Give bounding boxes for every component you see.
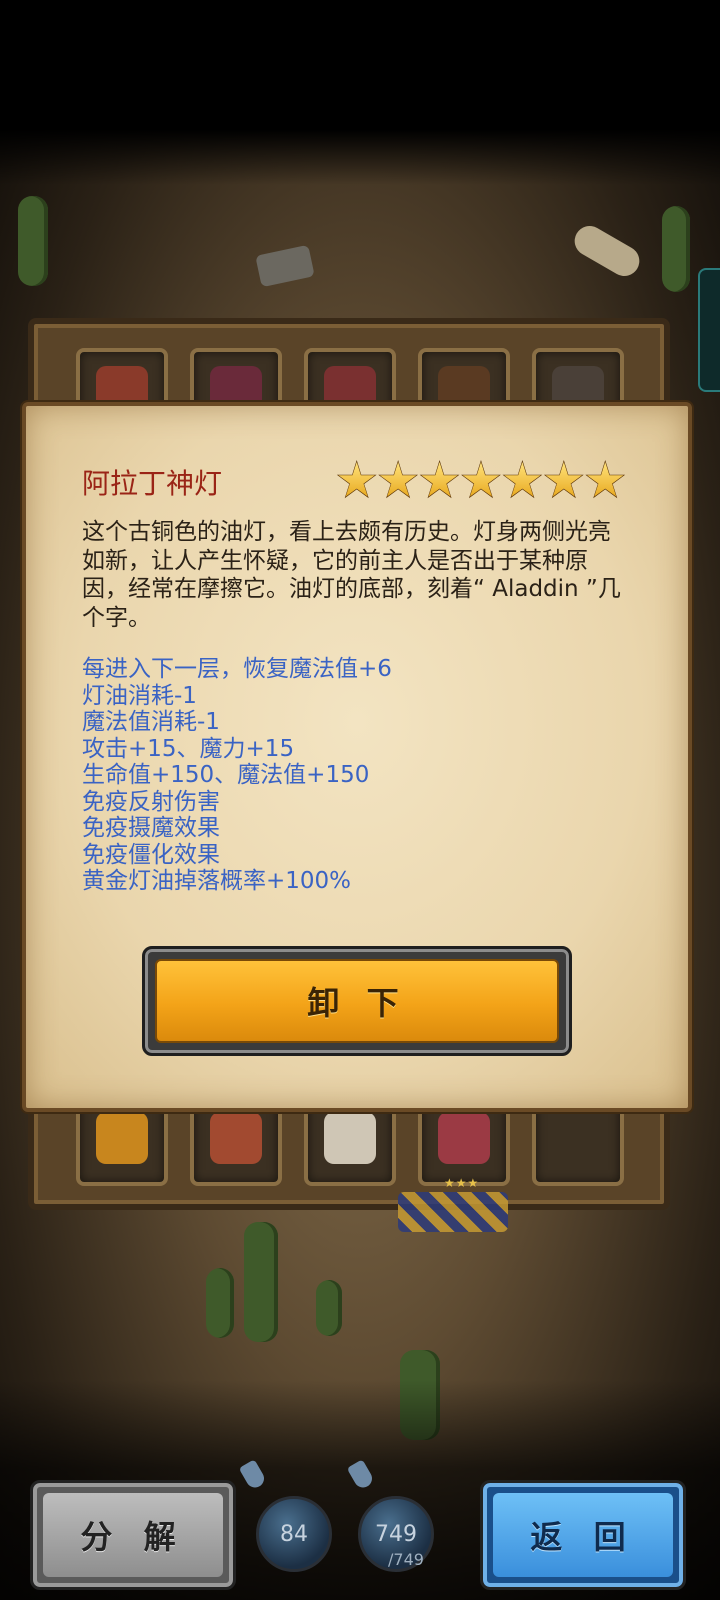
effect-line: 攻击+15、魔力+15: [82, 735, 295, 762]
item-effects-list: 每进入下一层，恢复魔法值+6 灯油消耗-1 魔法值消耗-1 攻击+15、魔力+1…: [82, 656, 642, 895]
effect-line: 免疫反射伤害: [82, 788, 220, 815]
slot-stars: ★★★: [444, 1176, 480, 1190]
effect-line: 每进入下一层，恢复魔法值+6: [82, 656, 392, 682]
mana-max: /749: [388, 1550, 424, 1569]
cactus-decoration: [18, 196, 48, 286]
effect-line: 免疫僵化效果: [82, 841, 220, 868]
effect-line: 黄金灯油掉落概率+100%: [82, 868, 352, 894]
star-icon: [461, 460, 501, 499]
oil-orb: 84: [256, 1496, 332, 1572]
star-icon: [419, 460, 460, 499]
item-detail-panel: 阿拉丁神灯 这个古铜色的油灯，看上去颇有历史。灯身两侧光亮如新，让人产生怀疑，它…: [22, 402, 692, 1112]
unequip-button[interactable]: 卸 下: [142, 946, 572, 1056]
star-icon: [502, 460, 543, 499]
star-rating: [336, 460, 626, 506]
cactus-decoration: [244, 1222, 278, 1342]
cloth-decoration: [398, 1192, 508, 1232]
side-tab[interactable]: [698, 268, 720, 392]
star-icon: [543, 460, 584, 499]
cactus-decoration: [662, 206, 690, 292]
effect-line: 生命值+150、魔法值+150: [82, 762, 370, 788]
effect-line: 灯油消耗-1: [82, 682, 197, 709]
decompose-label: 分 解: [80, 1518, 186, 1556]
star-icon: [378, 460, 419, 499]
cactus-decoration: [206, 1268, 234, 1338]
star-icon: [336, 460, 377, 499]
back-label: 返 回: [530, 1518, 636, 1556]
cactus-decoration: [316, 1280, 342, 1336]
star-icon: [585, 460, 626, 499]
item-description: 这个古铜色的油灯，看上去颇有历史。灯身两侧光亮如新，让人产生怀疑，它的前主人是否…: [82, 519, 621, 631]
back-button[interactable]: 返 回: [480, 1480, 686, 1590]
mana-value: 749: [375, 1521, 417, 1547]
oil-value: 84: [280, 1521, 308, 1547]
decompose-button[interactable]: 分 解: [30, 1480, 236, 1590]
effect-line: 魔法值消耗-1: [82, 709, 220, 735]
item-name: 阿拉丁神灯: [82, 467, 223, 500]
effect-line: 免疫摄魔效果: [82, 815, 220, 841]
top-shadow: [0, 0, 720, 185]
unequip-label: 卸 下: [307, 984, 407, 1022]
